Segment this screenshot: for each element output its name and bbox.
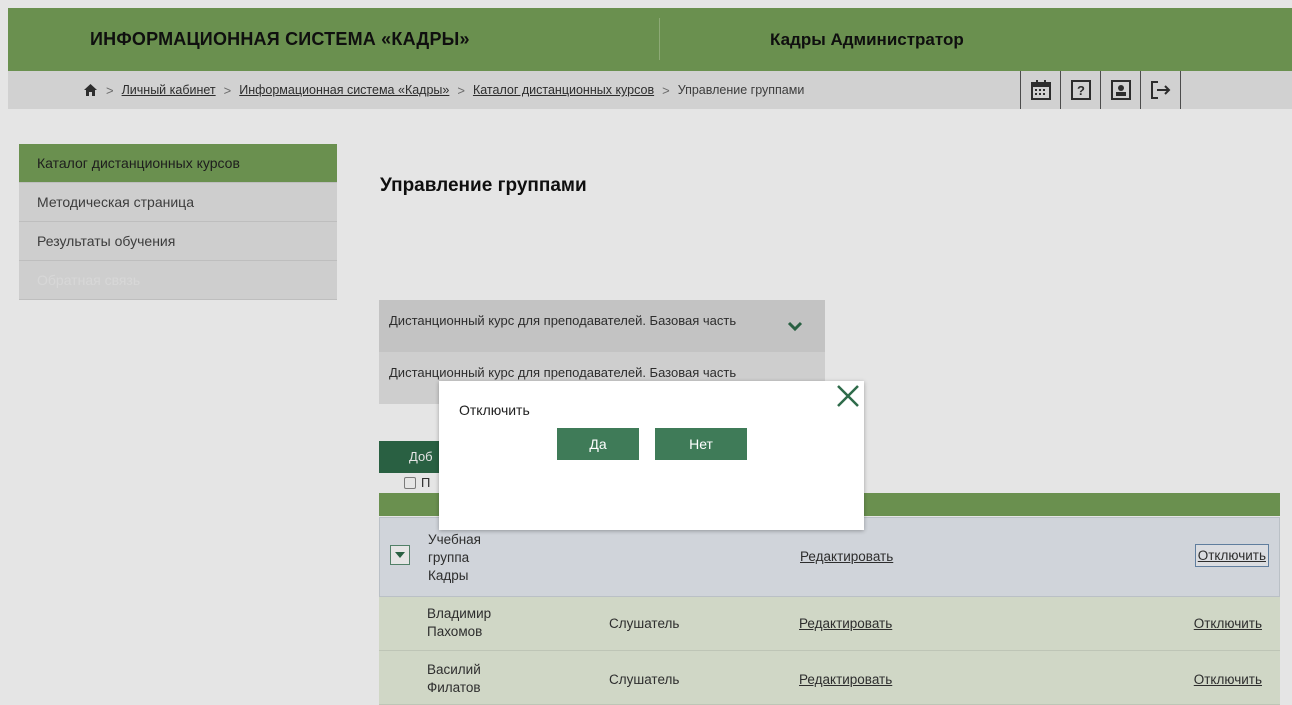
page: ИНФОРМАЦИОННАЯ СИСТЕМА «КАДРЫ» Кадры Адм…	[0, 0, 1292, 705]
close-icon[interactable]	[836, 384, 860, 408]
confirm-dialog: Отключить Да Нет	[439, 381, 864, 530]
modal-overlay	[0, 0, 1292, 705]
no-button[interactable]: Нет	[655, 428, 747, 460]
dialog-message: Отключить	[459, 402, 530, 418]
yes-button[interactable]: Да	[557, 428, 639, 460]
